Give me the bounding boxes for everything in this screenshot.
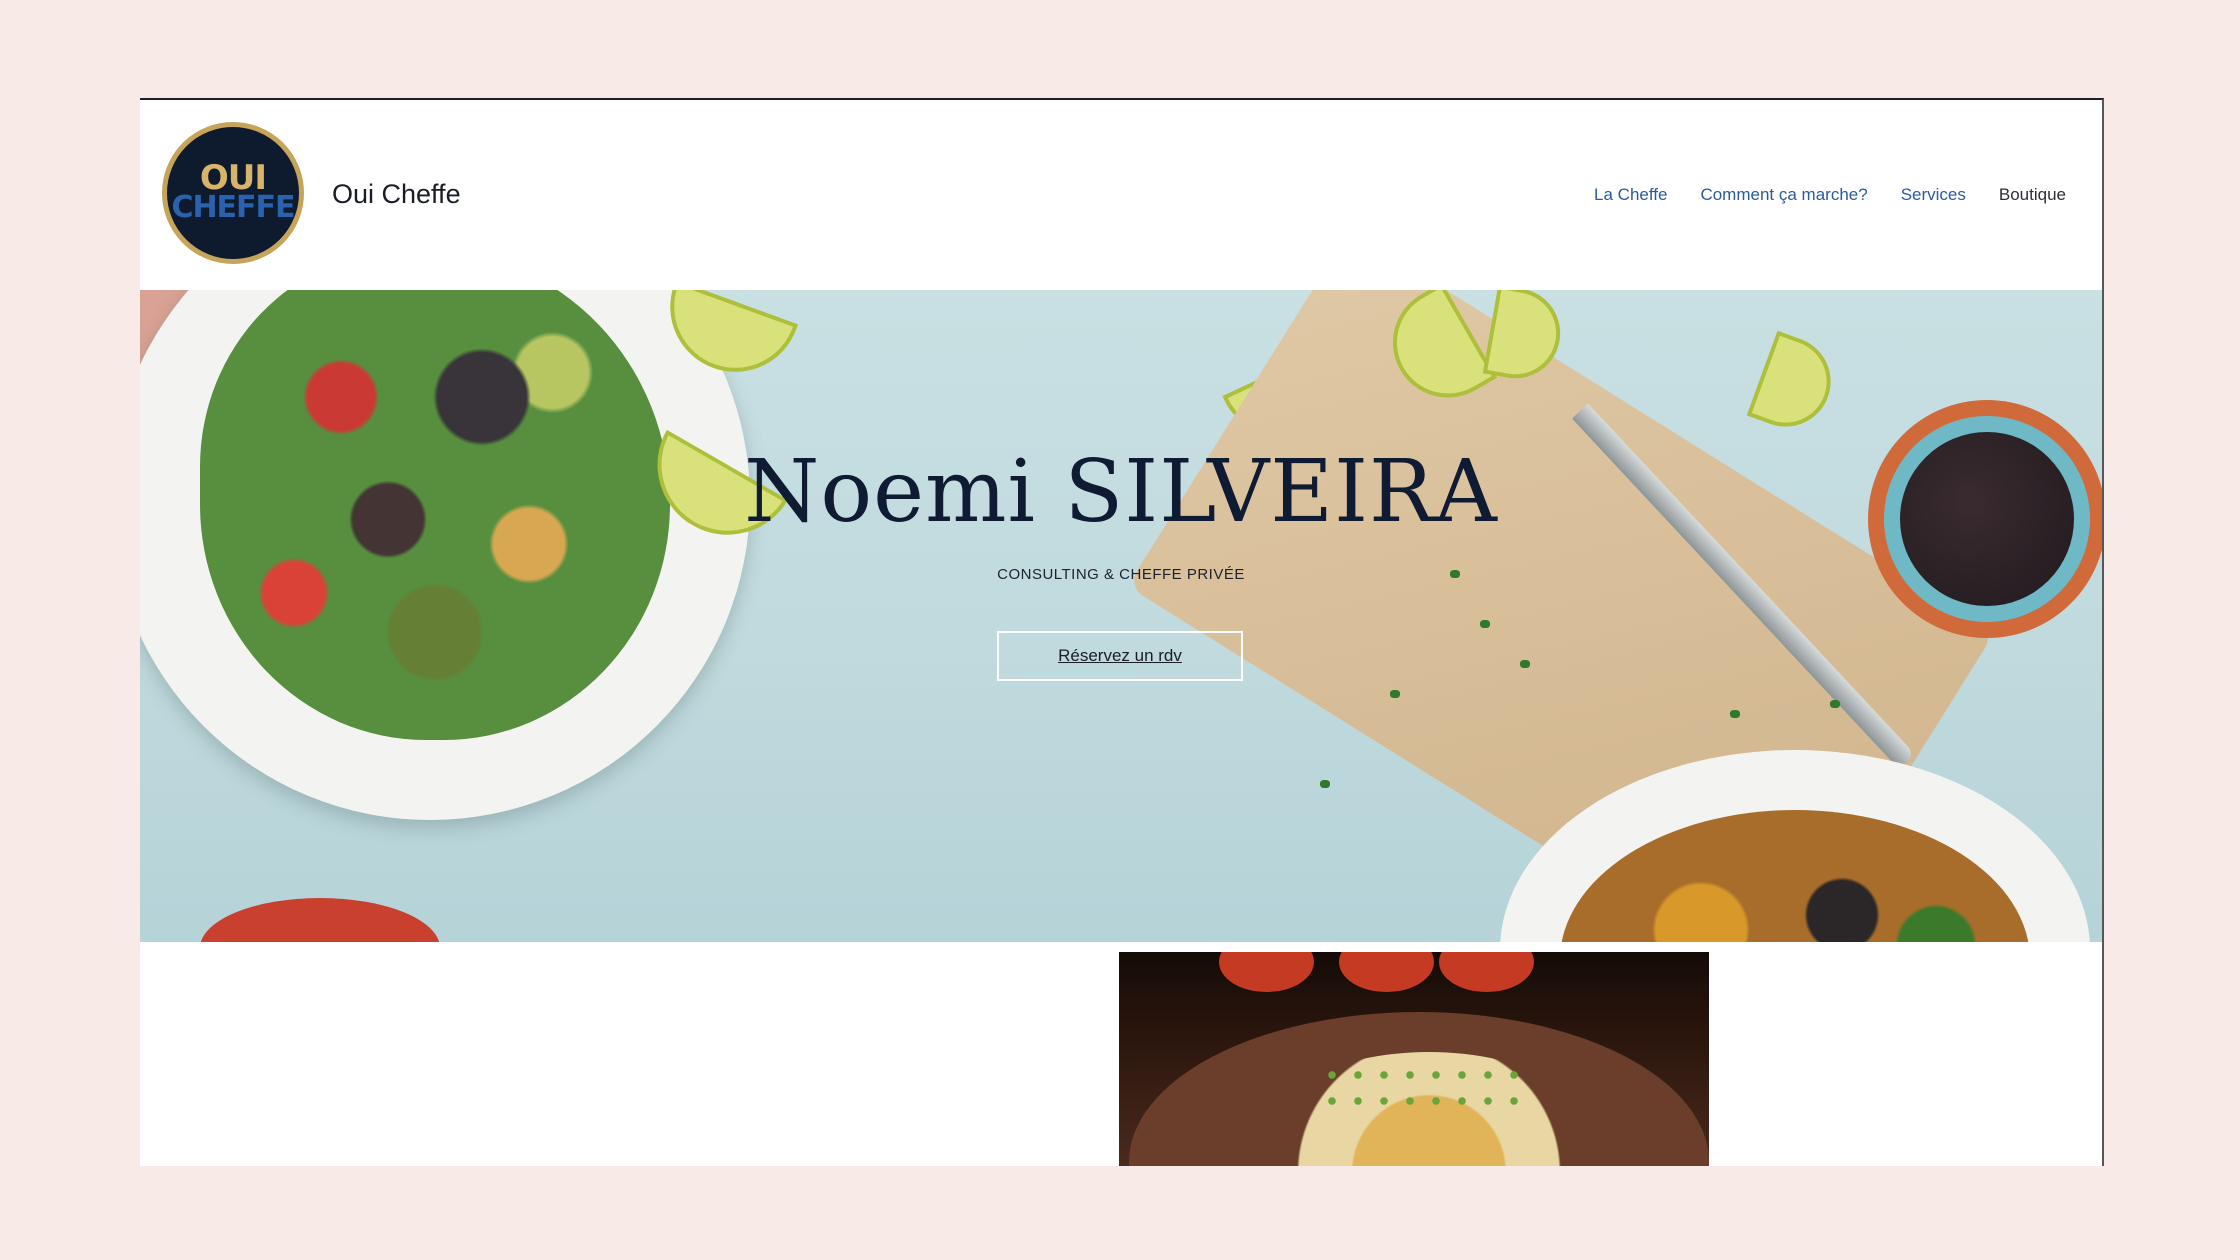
nav-link-la-cheffe[interactable]: La Cheffe xyxy=(1594,185,1667,205)
tomato xyxy=(1339,952,1434,992)
herb-leaf xyxy=(1390,690,1400,698)
site-logo[interactable]: OUI CHEFFE xyxy=(162,122,304,264)
site-title[interactable]: Oui Cheffe xyxy=(332,179,461,210)
herb-leaf xyxy=(1320,780,1330,788)
tomato xyxy=(1219,952,1314,992)
browser-page-frame: OUI CHEFFE Oui Cheffe La Cheffe Comment … xyxy=(140,98,2104,1166)
book-appointment-button[interactable]: Réservez un rdv xyxy=(997,631,1243,681)
nav-link-comment-ca-marche[interactable]: Comment ça marche? xyxy=(1700,185,1867,205)
taco-dish-image xyxy=(1119,952,1709,1166)
lemon-wedge xyxy=(1746,330,1844,440)
nav-link-services[interactable]: Services xyxy=(1901,185,1966,205)
hero-title: Noemi SILVEIRA xyxy=(744,442,1498,542)
herb-leaf xyxy=(1520,660,1530,668)
tomato xyxy=(1439,952,1534,992)
nav-link-boutique[interactable]: Boutique xyxy=(1999,185,2066,205)
herb-leaf xyxy=(1480,620,1490,628)
site-header: OUI CHEFFE Oui Cheffe La Cheffe Comment … xyxy=(140,100,2102,290)
hero-subtitle: CONSULTING & CHEFFE PRIVÉE xyxy=(997,566,1245,583)
hero-red-bowl xyxy=(200,898,440,942)
main-nav: La Cheffe Comment ça marche? Services Bo… xyxy=(1594,185,2066,205)
hero-banner: Noemi SILVEIRA CONSULTING & CHEFFE PRIVÉ… xyxy=(140,290,2102,942)
herb-leaf xyxy=(1730,710,1740,718)
logo-text-oui: OUI xyxy=(199,158,267,198)
herb-leaf xyxy=(1830,700,1840,708)
taco-garnish xyxy=(1319,1062,1519,1122)
